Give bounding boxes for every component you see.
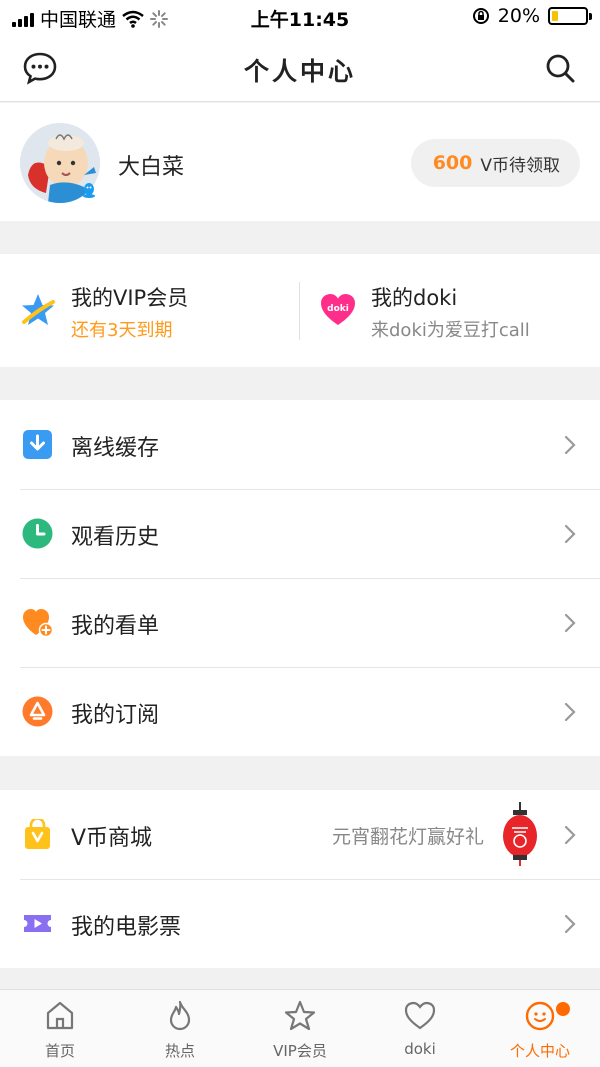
lantern-icon bbox=[503, 802, 537, 866]
menu-item-label: 我的电影票 bbox=[71, 915, 182, 940]
qq-icon bbox=[83, 183, 95, 198]
ticket-icon bbox=[24, 915, 51, 932]
menu-item-label: 离线缓存 bbox=[71, 436, 160, 461]
notification-dot bbox=[556, 1002, 570, 1016]
vip-membership-entry[interactable]: 我的VIP会员 还有3天到期 bbox=[0, 254, 300, 367]
svg-text:doki: doki bbox=[327, 304, 349, 314]
heart-plus-icon bbox=[23, 609, 53, 638]
chevron-right-icon bbox=[564, 914, 576, 934]
menu-item-label: 我的订阅 bbox=[71, 703, 160, 728]
username[interactable]: 大白菜 bbox=[118, 149, 184, 181]
status-bar: 中国联通 上午11:45 20% bbox=[0, 0, 600, 34]
chevron-right-icon bbox=[564, 435, 576, 455]
vip-title: 我的VIP会员 bbox=[71, 286, 189, 310]
subscribe-icon bbox=[22, 696, 53, 727]
vip-doki-section: 我的VIP会员 还有3天到期 doki 我的doki 来doki为爱豆打call bbox=[0, 254, 600, 367]
tab-label: 个人中心 bbox=[509, 1042, 570, 1060]
coins-text: V币待领取 bbox=[480, 155, 560, 176]
vip-star-icon bbox=[22, 294, 55, 325]
page-title: 个人中心 bbox=[243, 57, 356, 86]
tab-profile[interactable]: 个人中心 bbox=[480, 1000, 600, 1061]
bottom-tab-bar: 首页 热点 VIP会员 doki 个人中心 bbox=[0, 989, 600, 1067]
tab-hot[interactable]: 热点 bbox=[120, 1000, 240, 1061]
claim-coins-button[interactable]: 600 V币待领取 bbox=[410, 139, 580, 187]
menu-group-main: 离线缓存 观看历史 我的看单 我的订阅 bbox=[0, 400, 600, 756]
menu-item-label: 我的看单 bbox=[71, 614, 160, 639]
vip-expiry: 还有3天到期 bbox=[71, 320, 173, 341]
menu-item-offline-cache[interactable]: 离线缓存 bbox=[0, 400, 600, 489]
tab-label: doki bbox=[404, 1040, 436, 1058]
menu-item-vcoin-mall[interactable]: V币商城 元宵翻花灯赢好礼 bbox=[0, 790, 600, 879]
promo-text: 元宵翻花灯赢好礼 bbox=[331, 826, 484, 848]
top-nav-bar: 个人中心 bbox=[0, 34, 600, 102]
menu-item-label: 观看历史 bbox=[71, 525, 160, 550]
home-icon bbox=[46, 1001, 74, 1030]
profile-icon bbox=[525, 1001, 555, 1031]
menu-group-shop: V币商城 元宵翻花灯赢好礼 我的电影票 bbox=[0, 790, 600, 968]
search-icon[interactable] bbox=[542, 50, 578, 86]
doki-heart-icon bbox=[404, 1001, 436, 1030]
menu-item-watch-history[interactable]: 观看历史 bbox=[0, 489, 600, 578]
tab-vip[interactable]: VIP会员 bbox=[240, 1000, 360, 1061]
profile-card[interactable]: 大白菜 600 V币待领取 bbox=[0, 103, 600, 221]
battery-percent: 20% bbox=[497, 5, 540, 27]
tab-label: 热点 bbox=[164, 1042, 195, 1060]
doki-title: 我的doki bbox=[371, 286, 458, 310]
doki-logo-icon: doki bbox=[321, 294, 355, 325]
doki-entry[interactable]: doki 我的doki 来doki为爱豆打call bbox=[300, 254, 600, 367]
clock-icon bbox=[22, 518, 53, 549]
doki-subtitle: 来doki为爱豆打call bbox=[371, 320, 530, 341]
vip-star-icon bbox=[284, 1000, 316, 1031]
coins-amount: 600 bbox=[432, 152, 473, 174]
tab-doki[interactable]: doki bbox=[360, 1000, 480, 1058]
flame-icon bbox=[169, 1000, 191, 1031]
menu-item-label: V币商城 bbox=[71, 826, 153, 851]
battery-icon bbox=[548, 7, 592, 25]
tab-label: VIP会员 bbox=[273, 1042, 327, 1060]
chevron-right-icon bbox=[564, 524, 576, 544]
menu-item-movie-tickets[interactable]: 我的电影票 bbox=[0, 879, 600, 968]
rotation-lock-icon bbox=[472, 8, 489, 24]
chevron-right-icon bbox=[564, 613, 576, 633]
tab-home[interactable]: 首页 bbox=[0, 1000, 120, 1061]
shopping-bag-icon bbox=[25, 819, 50, 849]
menu-item-subscriptions[interactable]: 我的订阅 bbox=[0, 667, 600, 756]
chevron-right-icon bbox=[564, 702, 576, 722]
chevron-right-icon bbox=[564, 825, 576, 845]
download-icon bbox=[23, 430, 52, 459]
tab-label: 首页 bbox=[44, 1042, 75, 1060]
menu-item-watchlist[interactable]: 我的看单 bbox=[0, 578, 600, 667]
